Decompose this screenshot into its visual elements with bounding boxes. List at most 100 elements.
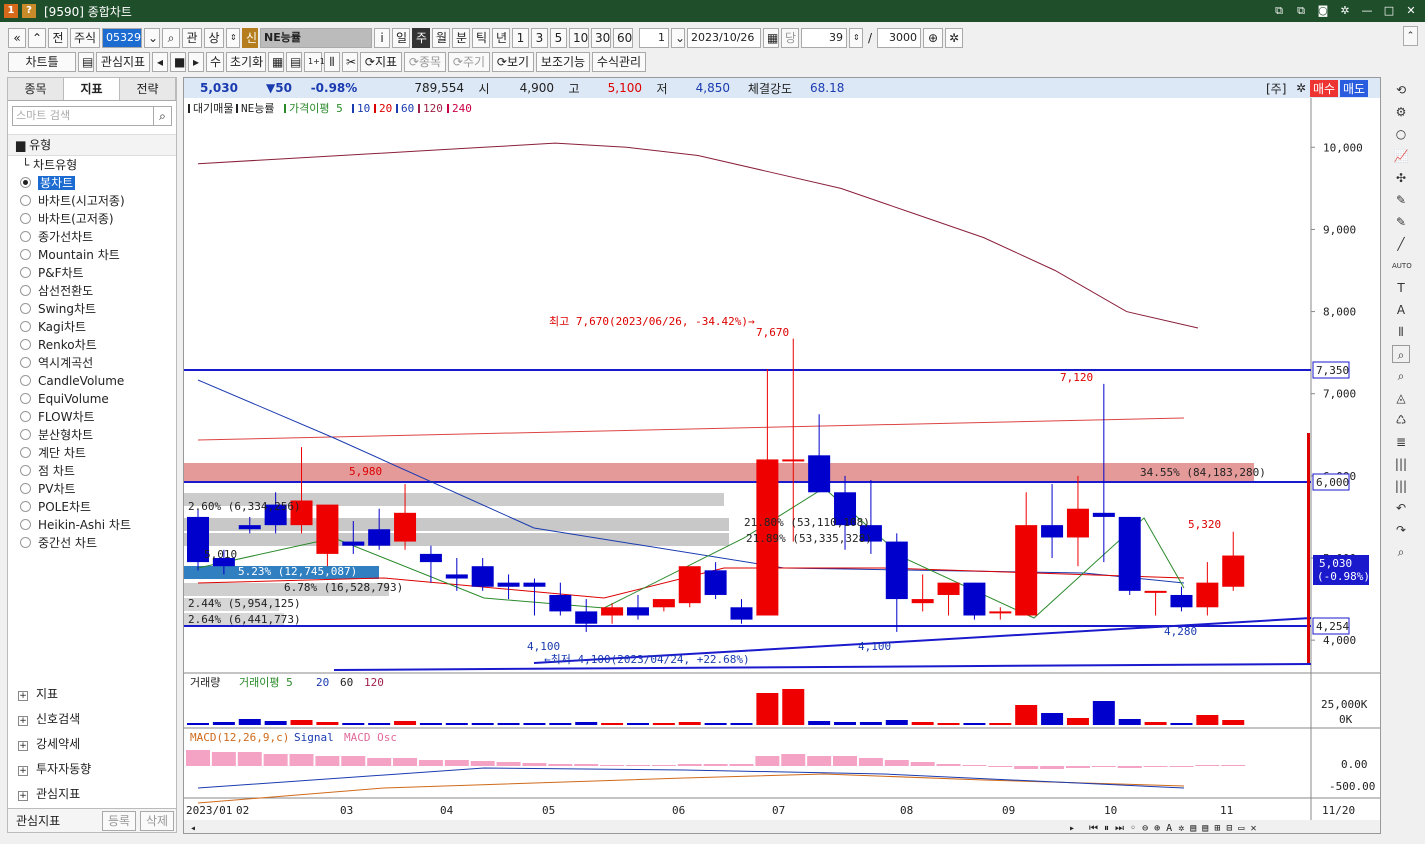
period-month[interactable]: 월 <box>432 28 450 48</box>
interval-1[interactable]: 1 <box>512 28 529 48</box>
chart-type-item[interactable]: 점 차트 <box>16 462 176 480</box>
chart-type-item[interactable]: 분산형차트 <box>16 426 176 444</box>
close-icon[interactable]: ✕ <box>1403 3 1419 19</box>
radio-icon[interactable] <box>20 249 31 260</box>
chart-type-item[interactable]: Kagi차트 <box>16 318 176 336</box>
calendar-icon[interactable]: ▦ <box>763 28 779 48</box>
reset-button[interactable]: 초기화 <box>226 52 266 72</box>
radio-icon[interactable] <box>20 231 31 242</box>
redo-icon[interactable]: ↷ <box>1392 521 1410 539</box>
chart-type-item[interactable]: Renko차트 <box>16 336 176 354</box>
stock-code-input[interactable]: 053290 <box>102 28 142 48</box>
register-button[interactable]: 등록 <box>102 810 136 831</box>
section-type[interactable]: ▆ 유형 <box>8 134 176 156</box>
chart-type-item[interactable]: FLOW차트 <box>16 408 176 426</box>
grid-icon[interactable]: ▦ <box>268 52 284 72</box>
section-favorite[interactable]: + 관심지표 <box>8 782 176 807</box>
zoom-icon[interactable]: ⊕ <box>923 28 943 48</box>
nav-first-button[interactable]: « <box>8 28 26 48</box>
radio-icon[interactable] <box>20 195 31 206</box>
radio-icon[interactable] <box>20 393 31 404</box>
chart-type-item[interactable]: P&F차트 <box>16 264 176 282</box>
scroll-up-icon[interactable]: ⌃ <box>1403 26 1418 46</box>
radio-icon[interactable] <box>20 411 31 422</box>
section-strength[interactable]: + 강세약세 <box>8 732 176 757</box>
refresh-period-button[interactable]: ⟳주기 <box>448 52 490 72</box>
interval-30[interactable]: 30 <box>591 28 611 48</box>
interval-60[interactable]: 60 <box>613 28 633 48</box>
market-select[interactable]: 주식 <box>70 28 100 48</box>
refresh-stock-button[interactable]: ⟳종목 <box>404 52 446 72</box>
section-investor[interactable]: + 투자자동향 <box>8 757 176 782</box>
chart-type-item[interactable]: CandleVolume <box>16 372 176 390</box>
rotate-icon[interactable]: ⟲ <box>1392 81 1410 99</box>
stop-icon[interactable]: ■ <box>170 52 186 72</box>
radio-icon[interactable] <box>20 213 31 224</box>
su-button[interactable]: 수 <box>206 52 224 72</box>
prev-button[interactable]: 전 <box>48 28 68 48</box>
undo-icon[interactable]: ↶ <box>1392 499 1410 517</box>
chart-type-item[interactable]: Swing차트 <box>16 300 176 318</box>
refresh-view-button[interactable]: ⟳보기 <box>492 52 534 72</box>
chart-type-item[interactable]: Heikin-Ashi 차트 <box>16 516 176 534</box>
dang-button[interactable]: 당 <box>781 28 799 48</box>
section-indicators[interactable]: + 지표 <box>8 682 176 707</box>
num-input-2[interactable]: 3000 <box>877 28 921 48</box>
up-button[interactable]: 상 <box>204 28 224 48</box>
delete-button[interactable]: 삭제 <box>140 810 174 831</box>
spin-icon-2[interactable]: ⇕ <box>849 28 863 48</box>
candle-icon[interactable]: ⫴ <box>324 52 340 72</box>
radio-icon[interactable] <box>20 483 31 494</box>
period-year[interactable]: 년 <box>492 28 510 48</box>
info-button[interactable]: i <box>374 28 390 48</box>
chart-type-item[interactable]: 중간선 차트 <box>16 534 176 552</box>
chart-frame-button[interactable]: 차트틀 <box>8 52 76 72</box>
window-badge-help[interactable]: ? <box>22 4 36 18</box>
gear-icon[interactable]: ✲ <box>1337 3 1353 19</box>
chart-type-item[interactable]: 역시계곡선 <box>16 354 176 372</box>
play-next-icon[interactable]: ▸ <box>188 52 204 72</box>
radio-icon[interactable] <box>20 357 31 368</box>
maximize-icon[interactable]: □ <box>1381 3 1397 19</box>
play-prev-icon[interactable]: ◂ <box>152 52 168 72</box>
chart-type-item[interactable]: EquiVolume <box>16 390 176 408</box>
font-icon[interactable]: A <box>1392 301 1410 319</box>
radio-icon[interactable] <box>20 429 31 440</box>
radio-icon[interactable] <box>20 339 31 350</box>
line-icon[interactable]: ╱ <box>1392 235 1410 253</box>
radio-icon[interactable] <box>20 537 31 548</box>
period-minute[interactable]: 분 <box>452 28 470 48</box>
chart-type-item[interactable]: POLE차트 <box>16 498 176 516</box>
minimize-icon[interactable]: — <box>1359 3 1375 19</box>
formula-manage-button[interactable]: 수식관리 <box>592 52 646 72</box>
code-dropdown[interactable]: ⌄ <box>144 28 160 48</box>
camera-icon[interactable]: ◙ <box>1315 3 1331 19</box>
pen-icon-2[interactable]: ✎ <box>1392 213 1410 231</box>
one-plus-one-button[interactable]: 1+1 <box>304 52 325 72</box>
trash-icon[interactable]: ♺ <box>1392 411 1410 429</box>
radio-icon[interactable] <box>20 267 31 278</box>
interval-10[interactable]: 10 <box>569 28 589 48</box>
radio-icon[interactable] <box>20 321 31 332</box>
text-icon[interactable]: T <box>1392 279 1410 297</box>
tree-group-chart-type[interactable]: └ 차트유형 <box>16 156 176 174</box>
bars-icon[interactable]: ||| <box>1392 455 1410 473</box>
period-week[interactable]: 주 <box>412 28 430 48</box>
radio-icon[interactable] <box>20 285 31 296</box>
nav-up-button[interactable]: ⌃ <box>28 28 46 48</box>
interval-5[interactable]: 5 <box>550 28 567 48</box>
radio-icon[interactable] <box>20 447 31 458</box>
count-input[interactable]: 1 <box>639 28 669 48</box>
mgmt-button[interactable]: 관 <box>182 28 202 48</box>
copy-icon[interactable]: ⧉ <box>1293 3 1309 19</box>
period-day[interactable]: 일 <box>392 28 410 48</box>
magnify-icon[interactable]: ⌕ <box>1392 345 1410 363</box>
chart-type-item[interactable]: 봉차트 <box>16 174 176 192</box>
fib-icon[interactable]: ≣ <box>1392 433 1410 451</box>
magnify-icon-2[interactable]: ⌕ <box>1392 367 1410 385</box>
radio-icon[interactable] <box>20 501 31 512</box>
scissors-icon[interactable]: ✂ <box>342 52 358 72</box>
tab-strategy[interactable]: 전략 <box>120 78 176 100</box>
num-input-1[interactable]: 39 <box>801 28 847 48</box>
radio-icon[interactable] <box>20 177 31 188</box>
